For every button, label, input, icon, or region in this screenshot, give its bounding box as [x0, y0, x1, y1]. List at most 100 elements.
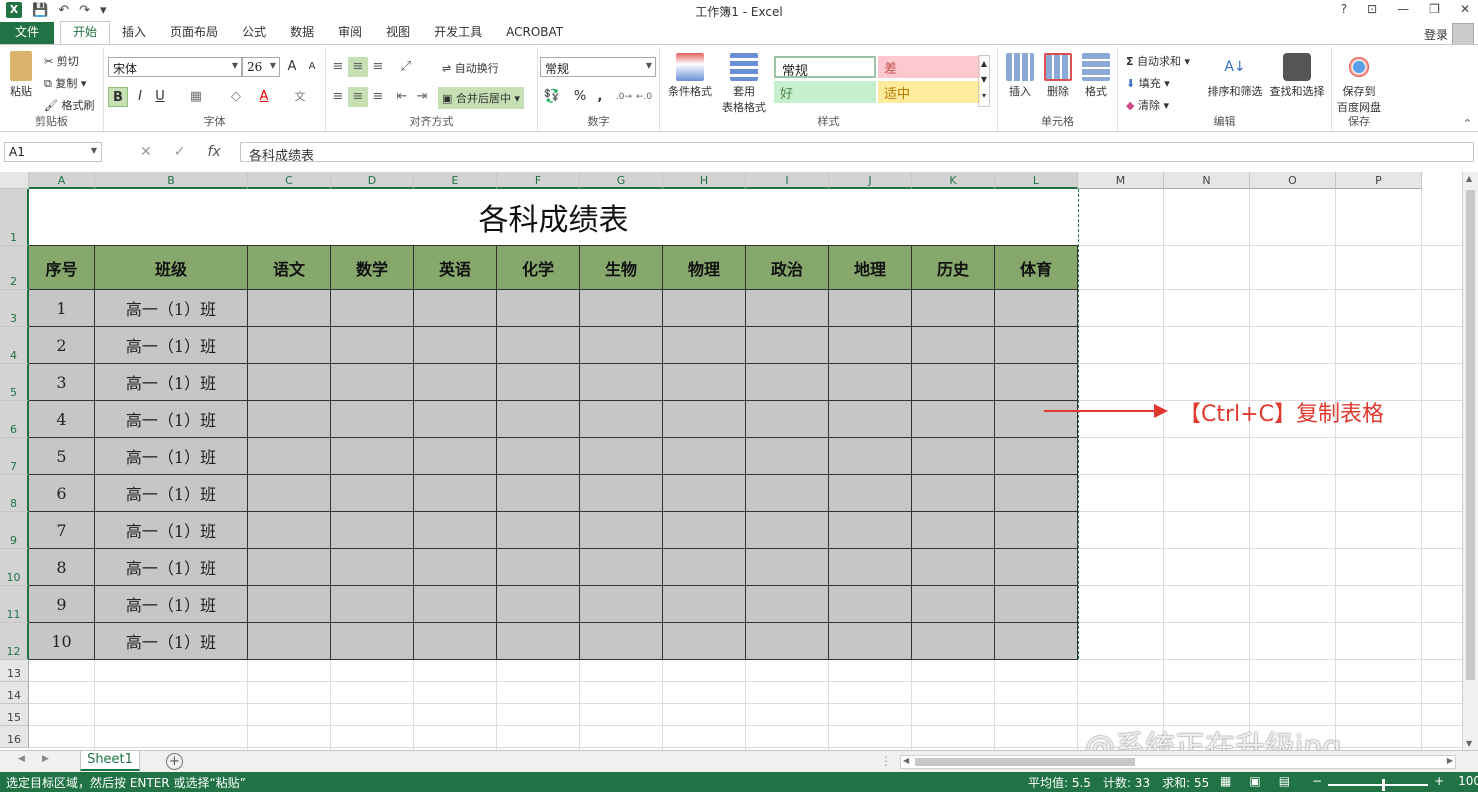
fill-button[interactable]: ⬇ 填充 ▾ — [1126, 75, 1170, 91]
table-cell[interactable] — [580, 327, 663, 364]
italic-button[interactable]: I — [130, 87, 150, 107]
insert-function-icon[interactable]: fx — [207, 144, 220, 160]
table-cell[interactable] — [414, 364, 497, 401]
name-box[interactable]: A1 ▼ — [4, 142, 102, 162]
page-layout-view-icon[interactable]: ▣ — [1249, 774, 1260, 788]
underline-button[interactable]: U — [150, 87, 170, 107]
column-header[interactable]: N — [1164, 172, 1250, 189]
table-cell[interactable] — [497, 586, 580, 623]
comma-button[interactable]: , — [590, 87, 610, 107]
page-break-view-icon[interactable]: ▤ — [1279, 774, 1290, 788]
table-cell[interactable] — [248, 364, 331, 401]
table-cell[interactable] — [580, 586, 663, 623]
format-as-table-button[interactable]: 套用 表格格式 — [716, 53, 772, 115]
table-cell[interactable] — [497, 327, 580, 364]
table-cell[interactable] — [995, 290, 1078, 327]
table-cell[interactable]: 高一（1）班 — [95, 586, 248, 623]
table-cell[interactable] — [497, 438, 580, 475]
table-cell[interactable] — [580, 623, 663, 660]
table-cell[interactable] — [829, 290, 912, 327]
table-cell[interactable] — [829, 475, 912, 512]
align-middle-icon[interactable]: ≡ — [348, 57, 368, 77]
table-cell[interactable] — [580, 512, 663, 549]
table-cell[interactable] — [414, 512, 497, 549]
table-cell[interactable] — [248, 586, 331, 623]
font-color-button[interactable]: A — [254, 87, 274, 107]
table-cell[interactable] — [414, 290, 497, 327]
table-cell[interactable] — [746, 327, 829, 364]
table-cell[interactable] — [248, 475, 331, 512]
table-header-cell[interactable]: 英语 — [414, 246, 497, 290]
table-cell[interactable] — [995, 586, 1078, 623]
table-cell[interactable] — [248, 512, 331, 549]
font-name-combo[interactable]: 宋体 ▼ — [108, 57, 242, 77]
table-cell[interactable] — [663, 512, 746, 549]
table-cell[interactable] — [746, 401, 829, 438]
zoom-slider[interactable] — [1328, 778, 1429, 791]
format-painter-button[interactable]: 🖌 格式刷 — [44, 97, 94, 113]
table-cell[interactable] — [995, 475, 1078, 512]
table-cell[interactable] — [331, 364, 414, 401]
vertical-scrollbar[interactable]: ▲ ▼ — [1462, 172, 1478, 750]
format-cells-button[interactable]: 格式 — [1078, 53, 1114, 99]
style-neutral[interactable]: 适中 — [878, 81, 980, 103]
table-cell[interactable] — [497, 623, 580, 660]
table-cell[interactable] — [414, 327, 497, 364]
horizontal-scroll-thumb[interactable] — [915, 758, 1135, 766]
increase-decimal-icon[interactable]: .0→ — [614, 87, 634, 107]
table-header-cell[interactable]: 化学 — [497, 246, 580, 290]
table-cell[interactable] — [663, 623, 746, 660]
save-to-baidu-button[interactable]: 保存到 百度网盘 — [1334, 53, 1384, 115]
table-cell[interactable] — [248, 327, 331, 364]
delete-cells-button[interactable]: 删除 — [1040, 53, 1076, 99]
table-cell[interactable] — [663, 475, 746, 512]
table-cell[interactable]: 9 — [29, 586, 95, 623]
table-cell[interactable]: 3 — [29, 364, 95, 401]
table-cell[interactable] — [663, 290, 746, 327]
table-cell[interactable] — [248, 623, 331, 660]
table-cell[interactable] — [497, 364, 580, 401]
paste-button[interactable]: 粘贴 — [6, 51, 36, 99]
split-handle-icon[interactable]: ⋮ — [880, 754, 892, 768]
table-cell[interactable] — [995, 327, 1078, 364]
table-header-cell[interactable]: 数学 — [331, 246, 414, 290]
table-cell[interactable] — [995, 623, 1078, 660]
table-cell[interactable] — [331, 438, 414, 475]
tab-acrobat[interactable]: ACROBAT — [494, 22, 575, 44]
table-cell[interactable] — [912, 549, 995, 586]
table-cell[interactable] — [663, 364, 746, 401]
table-cell[interactable] — [663, 549, 746, 586]
next-sheet-icon[interactable]: ▶ — [42, 754, 49, 764]
table-cell[interactable]: 高一（1）班 — [95, 327, 248, 364]
maximize-icon[interactable]: ❐ — [1429, 2, 1440, 16]
table-cell[interactable]: 高一（1）班 — [95, 290, 248, 327]
scroll-right-icon[interactable]: ▶ — [1447, 756, 1453, 765]
table-cell[interactable] — [663, 586, 746, 623]
formula-input[interactable]: 各科成绩表 — [240, 142, 1474, 164]
table-cell[interactable]: 高一（1）班 — [95, 364, 248, 401]
tab-formulas[interactable]: 公式 — [230, 22, 278, 44]
table-header-cell[interactable]: 生物 — [580, 246, 663, 290]
horizontal-scrollbar[interactable]: ◀ ▶ — [900, 755, 1456, 769]
tab-view[interactable]: 视图 — [374, 22, 422, 44]
table-cell[interactable]: 6 — [29, 475, 95, 512]
table-cell[interactable] — [912, 290, 995, 327]
shrink-font-button[interactable]: A — [302, 57, 322, 77]
add-sheet-button[interactable]: + — [166, 753, 183, 770]
table-cell[interactable] — [746, 623, 829, 660]
table-cell[interactable] — [331, 549, 414, 586]
table-cell[interactable] — [580, 549, 663, 586]
table-header-cell[interactable]: 体育 — [995, 246, 1078, 290]
ribbon-display-icon[interactable]: ⊡ — [1367, 2, 1377, 16]
table-cell[interactable] — [829, 401, 912, 438]
style-bad[interactable]: 差 — [878, 56, 980, 78]
zoom-level[interactable]: 100% — [1458, 774, 1478, 788]
table-cell[interactable] — [248, 549, 331, 586]
table-cell[interactable] — [912, 401, 995, 438]
table-cell[interactable] — [580, 475, 663, 512]
table-cell[interactable] — [829, 623, 912, 660]
table-cell[interactable]: 4 — [29, 401, 95, 438]
table-cell[interactable] — [746, 438, 829, 475]
table-cell[interactable] — [912, 586, 995, 623]
scroll-down-icon[interactable]: ▼ — [1466, 739, 1472, 748]
